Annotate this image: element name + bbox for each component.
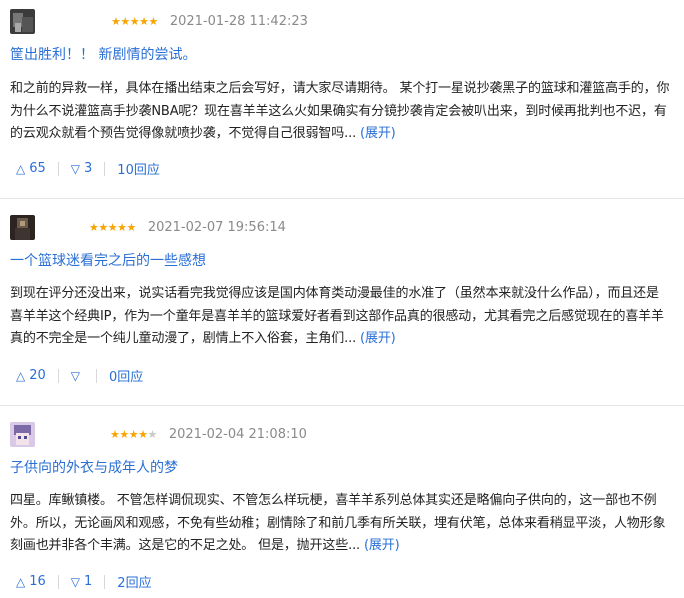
review-header: ★★★★★ 2021-02-04 21:08:10 (10, 422, 307, 447)
review-body-line: 喜羊羊这个经典IP，作为一个童年是喜羊羊的篮球爱好者看到这部作品真的很感动，尤其… (10, 308, 664, 324)
rating-stars: ★★★★★ (111, 15, 158, 28)
divider (57, 161, 59, 176)
triangle-down-icon: ▽ (70, 368, 81, 383)
downvote-button[interactable]: ▽ 1 (71, 574, 93, 589)
downvote-button[interactable]: ▽ 3 (71, 161, 93, 176)
review-body: 和之前的异救一样，具体在播出结束之后会写好，请大家尽请期待。 某个打一星说抄袭黑… (10, 78, 680, 146)
review-title[interactable]: 一个篮球迷看完之后的一些感想 (10, 250, 206, 270)
review-time: 2021-02-07 19:56:14 (147, 220, 286, 235)
review-body-line: 到现在评分还没出来，说实话看完我觉得应该是国内体育类动漫最佳的水准了（虽然本来就… (10, 286, 659, 301)
triangle-up-icon: △ (16, 161, 26, 176)
review-actions: △ 16 ▽ 1 2回应 (16, 572, 152, 591)
divider (104, 161, 106, 176)
expand-link[interactable]: (展开) (360, 126, 396, 141)
divider (96, 368, 98, 383)
downvote-count: 3 (84, 161, 93, 176)
upvote-count: 20 (29, 368, 46, 383)
replies-link[interactable]: 0回应 (109, 366, 143, 385)
review-time: 2021-02-04 21:08:10 (168, 427, 307, 442)
triangle-up-icon: △ (16, 368, 26, 383)
triangle-down-icon: ▽ (70, 161, 81, 176)
review-header: ★★★★★ 2021-01-28 11:42:23 (10, 9, 308, 34)
downvote-button[interactable]: ▽ (71, 370, 84, 382)
review-body-line: 刻画也并非各个丰满。这是它的不足之处。 但是，抛开这些... (展开) (10, 538, 400, 553)
user-avatar[interactable] (10, 422, 35, 447)
triangle-up-icon: △ (16, 574, 26, 589)
review-header: ★★★★★ 2021-02-07 19:56:14 (10, 215, 286, 240)
replies-link[interactable]: 10回应 (117, 159, 160, 178)
user-avatar[interactable] (10, 215, 35, 240)
review-item: ★★★★★ 2021-02-04 21:08:10 子供向的外衣与成年人的梦 四… (0, 406, 684, 598)
divider (104, 574, 106, 589)
review-body: 四星。库鳅镇楼。 不管怎样调侃现实、不管怎么样玩梗，喜羊羊系列总体其实还是略偏向… (10, 490, 680, 558)
expand-link[interactable]: (展开) (364, 538, 400, 553)
review-item: ★★★★★ 2021-01-28 11:42:23 筐出胜利！！ 新剧情的尝试。… (0, 0, 684, 199)
divider (57, 368, 59, 383)
expand-link[interactable]: (展开) (360, 331, 396, 346)
review-body-line: 真的不完全是一个纯儿童动漫了，剧情上不入俗套，主角们... (展开) (10, 331, 396, 346)
review-title[interactable]: 子供向的外衣与成年人的梦 (10, 457, 178, 477)
upvote-button[interactable]: △ 16 (16, 574, 46, 589)
review-body-line: 外。所以，无论画风和观感，不免有些幼稚；剧情除了和前几季有所关联，埋有伏笔，总体… (10, 515, 666, 531)
upvote-count: 65 (29, 161, 46, 176)
review-actions: △ 65 ▽ 3 10回应 (16, 159, 160, 178)
review-item: ★★★★★ 2021-02-07 19:56:14 一个篮球迷看完之后的一些感想… (0, 199, 684, 406)
upvote-button[interactable]: △ 20 (16, 368, 46, 383)
review-body: 到现在评分还没出来，说实话看完我觉得应该是国内体育类动漫最佳的水准了（虽然本来就… (10, 283, 680, 351)
triangle-down-icon: ▽ (70, 574, 81, 589)
rating-stars: ★★★★★ (89, 221, 136, 234)
review-body-line: 的云观众就看个预告觉得像就喷抄袭，不觉得自己很弱智吗... (展开) (10, 126, 396, 141)
review-actions: △ 20 ▽ 0回应 (16, 366, 143, 385)
user-avatar[interactable] (10, 9, 35, 34)
review-body-line: 四星。库鳅镇楼。 不管怎样调侃现实、不管怎么样玩梗，喜羊羊系列总体其实还是略偏向… (10, 493, 657, 508)
review-body-line: 为什么不说灌篮高手抄袭NBA呢？现在喜羊羊这么火如果确实有分镜抄袭肯定会被叭出来… (10, 103, 667, 119)
downvote-count: 1 (84, 574, 93, 589)
upvote-button[interactable]: △ 65 (16, 161, 46, 176)
review-time: 2021-01-28 11:42:23 (169, 14, 308, 29)
review-title[interactable]: 筐出胜利！！ 新剧情的尝试。 (10, 44, 196, 64)
review-body-line: 和之前的异救一样，具体在播出结束之后会写好，请大家尽请期待。 某个打一星说抄袭黑… (10, 81, 670, 96)
divider (57, 574, 59, 589)
replies-link[interactable]: 2回应 (117, 572, 151, 591)
upvote-count: 16 (29, 574, 46, 589)
rating-stars: ★★★★★ (110, 428, 157, 441)
